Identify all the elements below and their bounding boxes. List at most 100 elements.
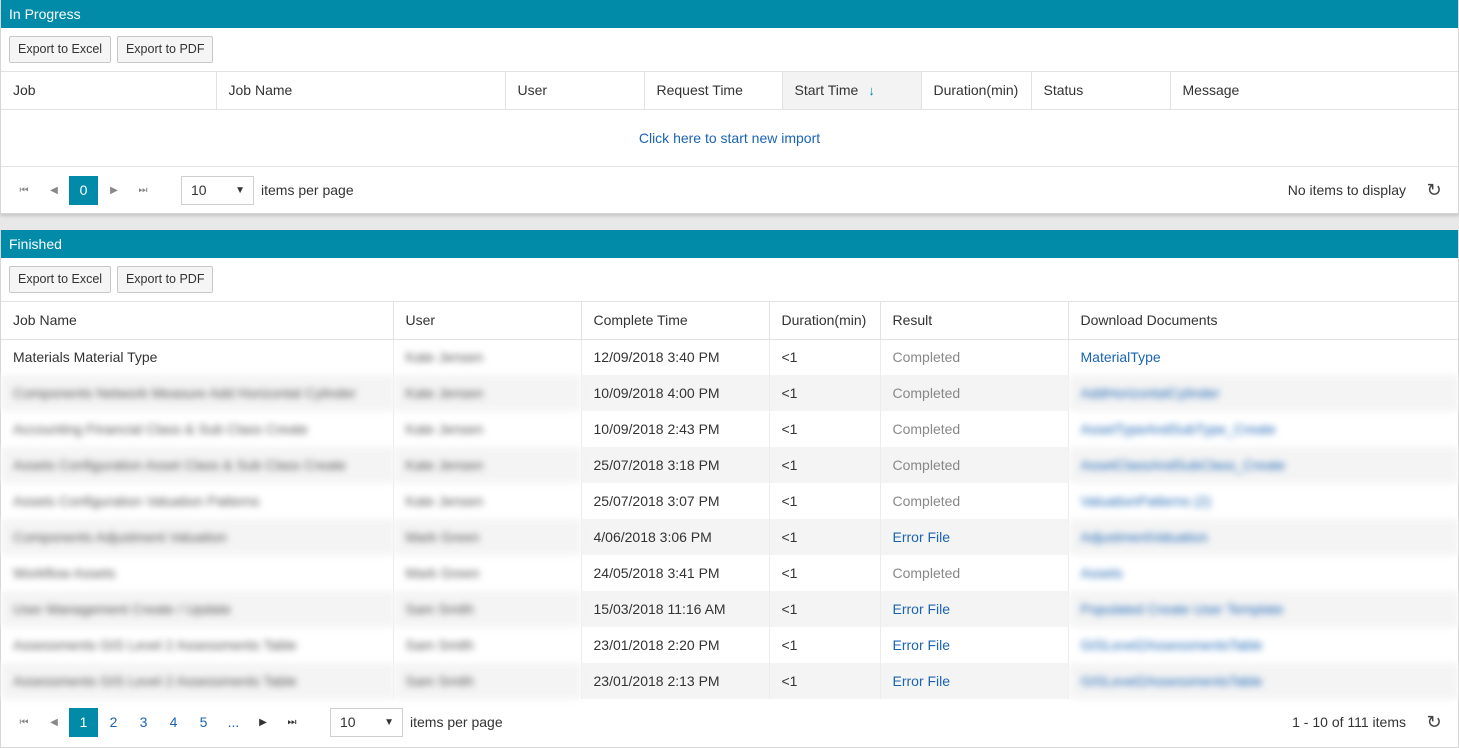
download-document-link[interactable]: AssetClassAndSubClass_Create (1067, 447, 1458, 483)
result-cell: Completed (879, 483, 1068, 519)
finished-header: Finished (1, 230, 1458, 258)
caret-down-icon: ▼ (384, 717, 394, 728)
job-name-cell: Assessments GIS Level 2 Assessments Tabl… (13, 637, 297, 653)
job-name-cell: Materials Material Type (13, 349, 158, 366)
page-button-5[interactable]: 5 (189, 708, 218, 737)
user-cell: Kate Jensen (392, 483, 581, 519)
duration-cell: <1 (768, 339, 880, 375)
user-cell: Mark Green (392, 519, 581, 555)
page-button-current[interactable]: 0 (69, 175, 98, 205)
download-document-link[interactable]: AddHorizontalCylinder (1067, 375, 1458, 411)
refresh-icon[interactable]: ↻ (1424, 176, 1444, 205)
page-button-3[interactable]: 3 (129, 708, 158, 737)
result-cell: Completed (879, 375, 1068, 411)
first-page-icon[interactable]: ⏮ (10, 708, 38, 737)
export-excel-button[interactable]: Export to Excel (9, 36, 112, 63)
page-button-2[interactable]: 2 (99, 708, 128, 737)
in-progress-toolbar: Export to Excel Export to PDF (1, 28, 1458, 72)
arrow-down-icon: ↓ (868, 83, 875, 99)
next-page-icon[interactable]: ▶ (100, 176, 128, 205)
download-document-link[interactable]: AdjustmentValuation (1067, 519, 1458, 555)
download-document-link[interactable]: Populated Create User Template (1067, 591, 1458, 627)
table-row[interactable]: Assets Configuration Valuation Patterns K… (1, 483, 1458, 519)
result-cell[interactable]: Error File (879, 591, 1068, 627)
prev-page-icon[interactable]: ◀ (40, 708, 68, 737)
column-header-job[interactable]: Job (1, 72, 216, 110)
finished-pager: ⏮ ◀ 1 2 3 4 5 ... ▶ ⏭ 10 ▼ items per page… (1, 699, 1458, 745)
column-header-complete-time[interactable]: Complete Time (580, 302, 769, 340)
download-document-link[interactable]: MaterialType (1067, 339, 1458, 375)
download-document-link[interactable]: GISLevel2AssessmentsTable (1067, 663, 1458, 699)
duration-cell: <1 (768, 375, 880, 411)
column-header-result[interactable]: Result (879, 302, 1068, 340)
complete-time-cell: 12/09/2018 3:40 PM (580, 339, 769, 375)
duration-cell: <1 (768, 411, 880, 447)
complete-time-cell: 25/07/2018 3:18 PM (580, 447, 769, 483)
job-name-cell: Assets Configuration Asset Class & Sub C… (1, 447, 393, 483)
page-button-more[interactable]: ... (219, 708, 248, 737)
result-cell[interactable]: Error File (879, 519, 1068, 555)
last-page-icon[interactable]: ⏭ (129, 176, 157, 205)
items-per-page-label: items per page (410, 714, 503, 730)
start-new-import-link[interactable]: Click here to start new import (639, 130, 820, 146)
export-pdf-button[interactable]: Export to PDF (116, 36, 214, 63)
result-cell[interactable]: Error File (879, 627, 1068, 663)
refresh-icon[interactable]: ↻ (1424, 708, 1444, 737)
result-cell[interactable]: Error File (879, 663, 1068, 699)
job-name-cell: Components Network Measure Add Horizonta… (1, 375, 393, 411)
job-name-cell: Accounting Financial Class & Sub Class C… (13, 421, 308, 437)
page-button-4[interactable]: 4 (159, 708, 188, 737)
result-cell: Completed (879, 339, 1068, 375)
column-header-message[interactable]: Message (1169, 72, 1458, 110)
pager-info: 1 - 10 of 111 items (1292, 714, 1406, 730)
page-size-select[interactable]: 10 ▼ (330, 708, 403, 737)
table-row[interactable]: Components Adjustment Valuation Mark Gree… (1, 519, 1458, 555)
page-size-select[interactable]: 10 ▼ (181, 175, 254, 205)
table-row[interactable]: Assessments GIS Level 2 Assessments Tabl… (1, 627, 1458, 663)
in-progress-table: Job Job Name User Request Time Start Tim… (1, 72, 1458, 110)
table-row[interactable]: Workflow Assets Mark Green 24/05/2018 3:41… (1, 555, 1458, 591)
result-cell: Completed (879, 555, 1068, 591)
column-header-duration[interactable]: Duration(min) (920, 72, 1031, 110)
export-excel-button[interactable]: Export to Excel (9, 266, 112, 293)
duration-cell: <1 (768, 447, 880, 483)
column-header-job-name[interactable]: Job Name (215, 72, 505, 110)
download-document-link[interactable]: GISLevel2AssessmentsTable (1067, 627, 1458, 663)
column-header-status[interactable]: Status (1030, 72, 1170, 110)
user-cell: Sam Smith (392, 627, 581, 663)
column-header-download-documents[interactable]: Download Documents (1067, 302, 1458, 340)
job-name-cell: Assets Configuration Valuation Patterns (13, 493, 260, 509)
first-page-icon[interactable]: ⏮ (10, 176, 38, 205)
column-header-start-time[interactable]: Start Time ↓ (781, 72, 921, 110)
complete-time-cell: 23/01/2018 2:13 PM (580, 663, 769, 699)
in-progress-panel: In Progress Export to Excel Export to PD… (0, 0, 1459, 214)
column-header-user[interactable]: User (504, 72, 644, 110)
duration-cell: <1 (768, 519, 880, 555)
job-name-cell: Workflow Assets (13, 565, 116, 581)
prev-page-icon[interactable]: ◀ (40, 176, 68, 205)
table-row[interactable]: User Management Create / Update Sam Smith… (1, 591, 1458, 627)
complete-time-cell: 23/01/2018 2:20 PM (580, 627, 769, 663)
user-cell: Sam Smith (392, 663, 581, 699)
table-row[interactable]: Materials Material Type Kate Jensen 12/09/… (1, 339, 1458, 375)
column-header-user[interactable]: User (392, 302, 581, 340)
column-header-job-name[interactable]: Job Name (1, 302, 393, 340)
download-document-link[interactable]: AssetTypeAndSubType_Create (1067, 411, 1458, 447)
user-cell: Mark Green (392, 555, 581, 591)
column-header-request-time[interactable]: Request Time (643, 72, 782, 110)
complete-time-cell: 24/05/2018 3:41 PM (580, 555, 769, 591)
table-row[interactable]: Assets Configuration Asset Class & Sub C… (1, 447, 1458, 483)
finished-panel: Finished Export to Excel Export to PDF J… (0, 230, 1459, 748)
last-page-icon[interactable]: ⏭ (278, 708, 306, 737)
column-header-duration[interactable]: Duration(min) (768, 302, 880, 340)
finished-table: Job Name User Complete Time Duration(min… (1, 302, 1458, 699)
table-row[interactable]: Assessments GIS Level 2 Assessments Tabl… (1, 663, 1458, 699)
table-row[interactable]: Components Network Measure Add Horizonta… (1, 375, 1458, 411)
page-button-1[interactable]: 1 (69, 708, 98, 737)
download-document-link[interactable]: Assets (1067, 555, 1458, 591)
export-pdf-button[interactable]: Export to PDF (116, 266, 214, 293)
download-document-link[interactable]: ValuationPatterns (2) (1067, 483, 1458, 519)
next-page-icon[interactable]: ▶ (249, 708, 277, 737)
duration-cell: <1 (768, 555, 880, 591)
table-row[interactable]: Accounting Financial Class & Sub Class C… (1, 411, 1458, 447)
